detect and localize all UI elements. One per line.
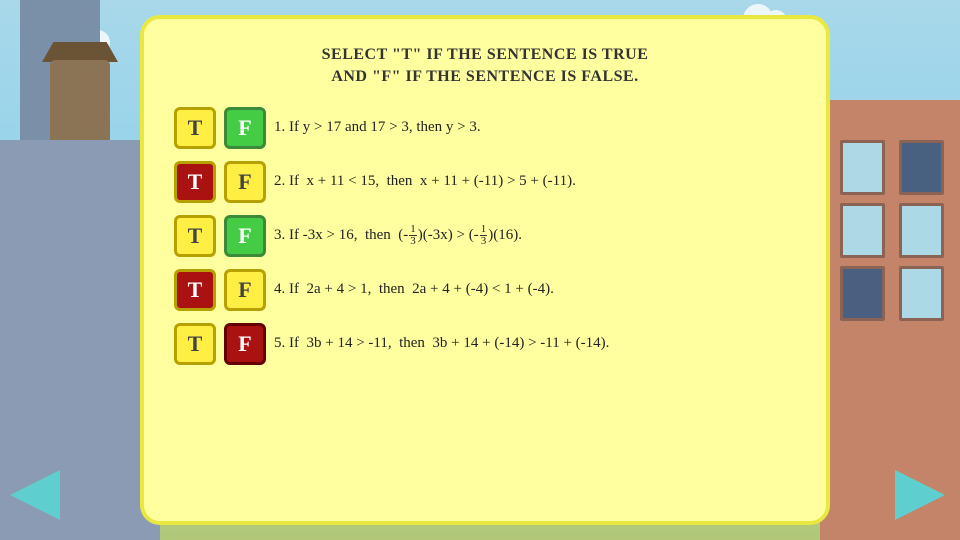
t-button-2[interactable]: T <box>174 161 216 203</box>
window-1 <box>840 140 885 195</box>
question-text-5: 5. If 3b + 14 > -11, then 3b + 14 + (-14… <box>274 334 609 354</box>
question-row-4: T F 4. If 2a + 4 > 1, then 2a + 4 + (-4)… <box>174 269 796 311</box>
question-row-3: T F 3. If -3x > 16, then (-13)(-3x) > (-… <box>174 215 796 257</box>
question-row-5: T F 5. If 3b + 14 > -11, then 3b + 14 + … <box>174 323 796 365</box>
t-button-3[interactable]: T <box>174 215 216 257</box>
water-tower-body <box>50 60 110 140</box>
instructions: Select "T" if the sentence is true and "… <box>174 44 796 89</box>
nav-left-button[interactable] <box>10 470 65 520</box>
question-text-4: 4. If 2a + 4 > 1, then 2a + 4 + (-4) < 1… <box>274 280 554 300</box>
question-row-2: T F 2. If x + 11 < 15, then x + 11 + (-1… <box>174 161 796 203</box>
instructions-line2: and "F" if the sentence is false. <box>331 68 638 85</box>
instructions-line1: Select "T" if the sentence is true <box>322 46 649 63</box>
window-4 <box>899 203 944 258</box>
f-button-5[interactable]: F <box>224 323 266 365</box>
t-button-1[interactable]: T <box>174 107 216 149</box>
window-3 <box>840 203 885 258</box>
t-button-4[interactable]: T <box>174 269 216 311</box>
windows-grid <box>840 140 950 321</box>
f-button-3[interactable]: F <box>224 215 266 257</box>
window-5 <box>840 266 885 321</box>
right-arrow-icon <box>895 470 945 520</box>
question-text-3: 3. If -3x > 16, then (-13)(-3x) > (-13)(… <box>274 224 522 247</box>
f-button-1[interactable]: F <box>224 107 266 149</box>
left-arrow-icon <box>10 470 60 520</box>
water-tower-base <box>20 0 100 140</box>
window-6 <box>899 266 944 321</box>
question-row-1: T F 1. If y > 17 and 17 > 3, then y > 3. <box>174 107 796 149</box>
window-2 <box>899 140 944 195</box>
question-text-1: 1. If y > 17 and 17 > 3, then y > 3. <box>274 118 481 138</box>
f-button-2[interactable]: F <box>224 161 266 203</box>
t-button-5[interactable]: T <box>174 323 216 365</box>
question-text-2: 2. If x + 11 < 15, then x + 11 + (-11) >… <box>274 172 576 192</box>
water-tower-roof <box>42 42 118 62</box>
nav-right-button[interactable] <box>895 470 950 520</box>
main-card: Select "T" if the sentence is true and "… <box>140 15 830 525</box>
f-button-4[interactable]: F <box>224 269 266 311</box>
